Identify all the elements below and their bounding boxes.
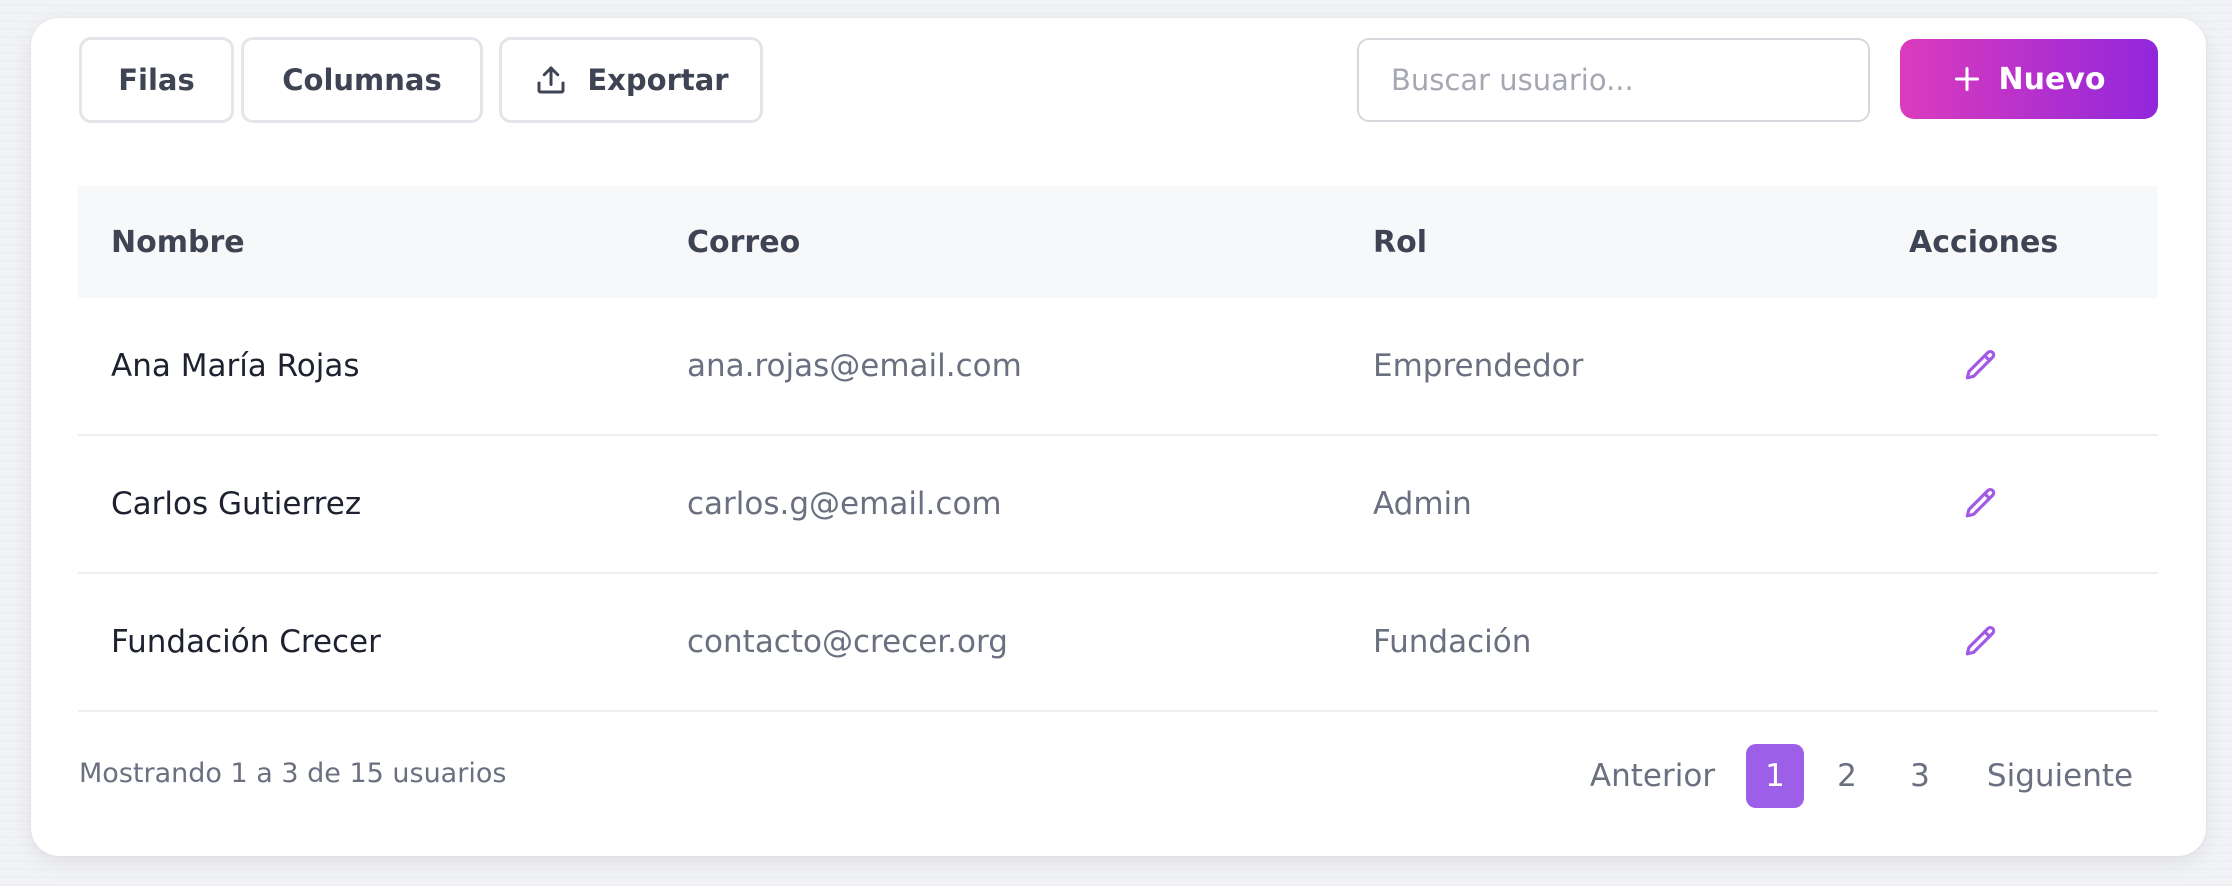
pencil-icon [1961, 623, 1999, 661]
plus-icon [1953, 65, 1981, 93]
edit-button[interactable] [1938, 436, 2022, 572]
pagination-page-1[interactable]: 1 [1746, 744, 1804, 808]
column-header-actions: Acciones [1909, 224, 2059, 260]
column-header-role[interactable]: Rol [1373, 186, 1427, 298]
table-header: Nombre Correo Rol Acciones [78, 186, 2158, 298]
table-row: Ana María Rojas ana.rojas@email.com Empr… [78, 298, 2158, 436]
pagination-page-2[interactable]: 2 [1818, 744, 1876, 808]
upload-icon [533, 62, 569, 98]
edit-button[interactable] [1938, 298, 2022, 434]
cell-name: Carlos Gutierrez [111, 486, 362, 522]
new-user-button[interactable]: Nuevo [1900, 39, 2158, 119]
columns-button[interactable]: Columnas [241, 37, 483, 123]
search-input[interactable] [1357, 38, 1870, 122]
rows-button[interactable]: Filas [79, 37, 234, 123]
pagination-page-3[interactable]: 3 [1891, 744, 1949, 808]
cell-email: ana.rojas@email.com [687, 348, 1022, 384]
pagination-next[interactable]: Siguiente [1970, 744, 2150, 808]
column-header-name[interactable]: Nombre [111, 186, 245, 298]
cell-name: Fundación Crecer [111, 624, 381, 660]
column-header-email[interactable]: Correo [687, 186, 800, 298]
export-button[interactable]: Exportar [499, 37, 763, 123]
rows-button-label: Filas [118, 63, 195, 97]
cell-role: Emprendedor [1373, 348, 1584, 384]
table-row: Fundación Crecer contacto@crecer.org Fun… [78, 574, 2158, 712]
cell-email: contacto@crecer.org [687, 624, 1008, 660]
export-button-label: Exportar [587, 63, 729, 97]
pencil-icon [1961, 485, 1999, 523]
cell-name: Ana María Rojas [111, 348, 360, 384]
edit-button[interactable] [1938, 574, 2022, 710]
pagination-summary: Mostrando 1 a 3 de 15 usuarios [79, 758, 507, 789]
new-user-button-label: Nuevo [1998, 61, 2106, 97]
cell-role: Admin [1373, 486, 1472, 522]
table-row: Carlos Gutierrez carlos.g@email.com Admi… [78, 436, 2158, 574]
columns-button-label: Columnas [282, 63, 442, 97]
users-table: Nombre Correo Rol Acciones Ana María Roj… [78, 186, 2158, 712]
cell-email: carlos.g@email.com [687, 486, 1002, 522]
pagination-previous[interactable]: Anterior [1580, 744, 1725, 808]
pencil-icon [1961, 347, 1999, 385]
cell-role: Fundación [1373, 624, 1532, 660]
